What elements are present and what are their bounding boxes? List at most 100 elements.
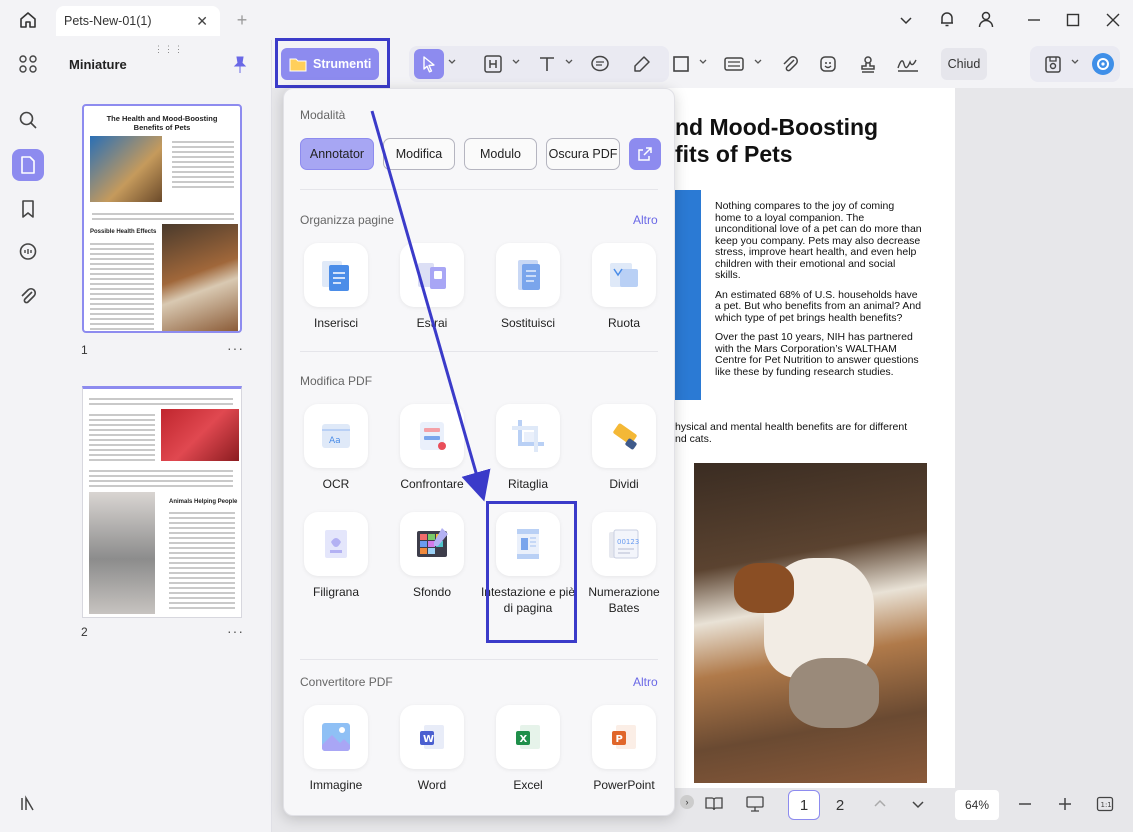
search-icon[interactable]	[12, 104, 44, 136]
chevron-down-icon[interactable]	[511, 57, 521, 67]
close-window-icon[interactable]	[1103, 10, 1123, 30]
doc-title: nd Mood-Boosting fits of Pets	[675, 114, 878, 168]
ruota-tile[interactable]	[592, 243, 656, 307]
stamp-icon[interactable]	[853, 49, 883, 79]
highlighter-icon[interactable]	[627, 49, 657, 79]
dividi-tile[interactable]	[592, 404, 656, 468]
maximize-icon[interactable]	[1063, 10, 1083, 30]
page-1-button[interactable]: 1	[788, 790, 820, 820]
fit-page-icon[interactable]: 1:1	[1095, 794, 1115, 814]
tools-panel: Modalità Annotator Modifica Modulo Oscur…	[283, 88, 675, 816]
sostituisci-tile[interactable]	[496, 243, 560, 307]
filigrana-tile[interactable]	[304, 512, 368, 576]
bookmark-icon[interactable]	[12, 193, 44, 225]
mode-annotator-button[interactable]: Annotator	[300, 138, 374, 170]
shape-rectangle-icon[interactable]	[666, 49, 696, 79]
document-tab[interactable]: Pets-New-01(1) ✕	[56, 6, 220, 36]
open-external-icon[interactable]	[629, 138, 661, 170]
title-bar: Pets-New-01(1) ✕ +	[0, 0, 1133, 40]
mode-oscura-button[interactable]: Oscura PDF	[546, 138, 620, 170]
apps-icon[interactable]	[12, 48, 44, 80]
page-number-2: 2	[81, 625, 88, 639]
ocr-tile[interactable]: Aa	[304, 404, 368, 468]
confrontare-tile[interactable]	[400, 404, 464, 468]
ocr-label: OCR	[322, 477, 350, 491]
inserisci-tile[interactable]	[304, 243, 368, 307]
page-thumbnail-2[interactable]: Animals Helping People	[82, 386, 242, 618]
page-thumbnail-1[interactable]: The Health and Mood-Boosting Benefits of…	[82, 104, 242, 333]
thumb1-heading: Possible Health Effects	[90, 229, 157, 235]
excel-tile[interactable]: X	[496, 705, 560, 769]
chevron-down-icon[interactable]	[698, 57, 708, 67]
save-icon[interactable]	[1038, 49, 1068, 79]
chiudi-button[interactable]: Chiud	[941, 48, 987, 80]
chevron-down-icon[interactable]	[753, 57, 763, 67]
organize-more-link[interactable]: Altro	[633, 213, 658, 227]
zoom-out-icon[interactable]	[1015, 794, 1035, 814]
pin-icon[interactable]	[232, 56, 248, 74]
page-number-1: 1	[81, 343, 88, 357]
image-convert-icon	[322, 723, 350, 751]
attach-file-icon[interactable]	[775, 49, 805, 79]
attachment-icon[interactable]	[12, 280, 44, 312]
chevron-down-icon[interactable]	[564, 57, 574, 67]
word-label: Word	[417, 778, 447, 792]
immagine-tile[interactable]	[304, 705, 368, 769]
scroll-left-icon[interactable]: ›	[680, 795, 694, 809]
numerazione-bates-label: Numerazione Bates	[588, 585, 660, 615]
thumbnails-icon[interactable]	[12, 149, 44, 181]
doc-paragraph-3: Over the past 10 years, NIH has partnere…	[715, 331, 919, 378]
doc-body: Nothing compares to the joy of coming ho…	[715, 200, 923, 378]
book-view-icon[interactable]	[702, 792, 726, 816]
note-icon[interactable]	[585, 49, 615, 79]
ritaglia-tile[interactable]	[496, 404, 560, 468]
text-box-icon[interactable]	[478, 49, 508, 79]
comment-icon[interactable]	[12, 236, 44, 268]
convert-more-link[interactable]: Altro	[633, 675, 658, 689]
svg-text:X: X	[520, 734, 528, 745]
text-icon[interactable]	[532, 49, 562, 79]
bottom-bar: › 1 2 64% 1:1	[675, 790, 1133, 820]
mode-modifica-button[interactable]: Modifica	[383, 138, 455, 170]
sidebar-toggle-icon[interactable]	[12, 788, 44, 820]
doc-paragraph-2: An estimated 68% of U.S. households have…	[715, 288, 922, 324]
chevron-down-icon[interactable]	[447, 57, 457, 67]
sfondo-tile[interactable]	[400, 512, 464, 576]
select-cursor-icon[interactable]	[414, 49, 444, 79]
user-icon[interactable]	[975, 8, 997, 30]
bell-icon[interactable]	[936, 8, 958, 30]
page-2-more-icon[interactable]: ···	[227, 623, 244, 639]
mode-modulo-button[interactable]: Modulo	[464, 138, 537, 170]
dogs-red-image	[161, 409, 239, 461]
chevron-down-icon[interactable]	[896, 10, 916, 30]
split-icon	[613, 423, 637, 450]
svg-text:1:1: 1:1	[1101, 801, 1112, 809]
page-1-more-icon[interactable]: ···	[227, 340, 244, 356]
numerazione-bates-tile[interactable]: 00123	[592, 512, 656, 576]
cat-image	[90, 136, 162, 202]
cat-flowers-image	[89, 492, 155, 614]
page-2-button[interactable]: 2	[827, 790, 853, 820]
estrai-tile[interactable]	[400, 243, 464, 307]
measure-icon[interactable]	[719, 49, 749, 79]
dog-image	[162, 224, 238, 331]
powerpoint-tile[interactable]: P	[592, 705, 656, 769]
sticker-icon[interactable]	[813, 49, 843, 79]
immagine-label: Immagine	[309, 778, 363, 792]
word-tile[interactable]: W	[400, 705, 464, 769]
close-tab-icon[interactable]: ✕	[196, 13, 208, 30]
toolbar: Strumenti Chiud	[272, 38, 1133, 88]
presentation-icon[interactable]	[743, 792, 767, 816]
ai-assistant-icon[interactable]	[1088, 49, 1118, 79]
new-tab-icon[interactable]: +	[232, 10, 252, 30]
zoom-level[interactable]: 64%	[955, 790, 999, 820]
zoom-in-icon[interactable]	[1055, 794, 1075, 814]
home-icon[interactable]	[16, 8, 40, 32]
chevron-up-icon[interactable]	[870, 794, 890, 814]
signature-icon[interactable]	[893, 49, 923, 79]
chevron-down-icon[interactable]	[1070, 57, 1080, 67]
chevron-down-icon[interactable]	[908, 794, 928, 814]
dog-cat-photo	[694, 463, 927, 783]
minimize-icon[interactable]	[1024, 10, 1044, 30]
drag-handle[interactable]: ⋮⋮⋮	[154, 44, 184, 55]
